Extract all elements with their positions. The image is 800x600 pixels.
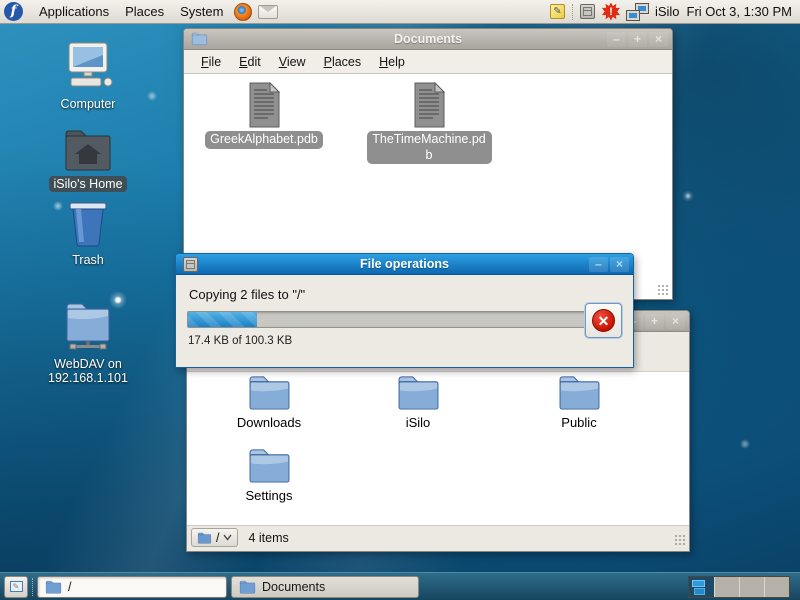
resize-grip[interactable]	[674, 534, 687, 547]
taskbar-button-label: Documents	[262, 580, 325, 594]
folder-icon	[197, 532, 212, 544]
close-button[interactable]: ×	[610, 257, 629, 272]
minimize-button[interactable]: –	[589, 257, 608, 272]
dialog-title: File operations	[176, 257, 633, 271]
maximize-button[interactable]: +	[645, 314, 664, 329]
menu-places[interactable]: Places	[315, 55, 371, 69]
document-icon	[189, 82, 339, 128]
menu-help[interactable]: Help	[370, 55, 414, 69]
folder-icon	[45, 580, 62, 594]
maximize-button[interactable]: +	[628, 32, 647, 47]
workspace-switcher[interactable]	[688, 576, 790, 598]
menu-file[interactable]: File	[192, 55, 230, 69]
location-label: /	[216, 531, 219, 545]
panel-separator	[32, 578, 33, 596]
desktop-icon-webdav[interactable]: WebDAV on 192.168.1.101	[33, 300, 143, 386]
window-title: Documents	[184, 32, 672, 46]
desktop-icon-label: iSilo's Home	[49, 176, 126, 192]
show-desktop-icon: ✎	[10, 581, 23, 592]
panel-separator	[572, 4, 573, 20]
top-panel: f Applications Places System ✎ ! iSilo F…	[0, 0, 800, 24]
email-launcher-icon[interactable]	[258, 5, 278, 19]
folder-icon	[191, 32, 208, 46]
workspace-2[interactable]	[714, 577, 739, 597]
desktop-icon-home[interactable]: iSilo's Home	[33, 128, 143, 192]
file-manager-tray-icon[interactable]	[580, 4, 595, 19]
dialog-titlebar[interactable]: File operations – ×	[176, 254, 633, 275]
menu-view[interactable]: View	[270, 55, 315, 69]
file-operations-dialog: File operations – × Copying 2 files to "…	[175, 253, 634, 368]
desktop-icon-label: WebDAV on 192.168.1.101	[34, 356, 142, 386]
file-operations-icon	[183, 257, 198, 272]
panel-clock[interactable]: Fri Oct 3, 1:30 PM	[687, 4, 792, 19]
progress-size-label: 17.4 KB of 100.3 KB	[188, 335, 292, 347]
home-folder-icon	[33, 128, 143, 174]
file-label: TheTimeMachine.pdb	[367, 131, 492, 164]
folder-public[interactable]: Public	[519, 374, 639, 430]
folder-icon	[358, 374, 478, 411]
items-count: 4 items	[248, 531, 288, 545]
folder-isilo[interactable]: iSilo	[358, 374, 478, 430]
trash-icon	[33, 200, 143, 250]
menu-applications[interactable]: Applications	[31, 0, 117, 24]
desktop-icon-label: Trash	[68, 252, 108, 268]
folder-settings[interactable]: Settings	[209, 447, 329, 503]
workspace-3[interactable]	[739, 577, 764, 597]
documents-menubar: File Edit View Places Help	[184, 50, 672, 74]
computer-icon	[33, 42, 143, 94]
notes-applet-icon[interactable]: ✎	[550, 4, 565, 19]
taskbar-button-root[interactable]: /	[37, 576, 227, 598]
menu-system[interactable]: System	[172, 0, 231, 24]
network-monitors-icon[interactable]	[627, 4, 648, 20]
bottom-panel: ✎ / Documents	[0, 572, 800, 600]
documents-titlebar[interactable]: Documents – + ×	[184, 29, 672, 50]
desktop-icon-trash[interactable]: Trash	[33, 200, 143, 268]
menu-places[interactable]: Places	[117, 0, 172, 24]
resize-grip[interactable]	[657, 284, 670, 297]
taskbar-button-label: /	[68, 580, 71, 594]
updates-alert-icon[interactable]: !	[602, 3, 620, 21]
progress-fill	[188, 312, 257, 327]
folder-icon	[209, 447, 329, 484]
firefox-launcher-icon[interactable]	[234, 3, 252, 21]
progress-bar	[187, 311, 587, 328]
desktop-icon-computer[interactable]: Computer	[33, 42, 143, 112]
copy-status-message: Copying 2 files to "/"	[189, 287, 305, 302]
cancel-icon: ✕	[592, 309, 615, 332]
location-button[interactable]: /	[191, 528, 238, 547]
folder-label: Downloads	[209, 415, 329, 430]
folder-icon	[239, 580, 256, 594]
file-greekalphabet[interactable]: GreekAlphabet.pdb	[189, 82, 339, 149]
folder-label: iSilo	[358, 415, 478, 430]
root-statusbar: / 4 items	[187, 525, 689, 549]
minimize-button[interactable]: –	[607, 32, 626, 47]
close-button[interactable]: ×	[666, 314, 685, 329]
workspace-1[interactable]	[689, 577, 714, 597]
close-button[interactable]: ×	[649, 32, 668, 47]
cancel-copy-button[interactable]: ✕	[585, 303, 622, 338]
file-thetimemachine[interactable]: TheTimeMachine.pdb	[354, 82, 504, 164]
show-desktop-button[interactable]: ✎	[4, 576, 28, 598]
workspace-4[interactable]	[764, 577, 789, 597]
folder-downloads[interactable]: Downloads	[209, 374, 329, 430]
menu-edit[interactable]: Edit	[230, 55, 270, 69]
folder-icon	[519, 374, 639, 411]
fedora-menu-logo-icon[interactable]: f	[4, 2, 23, 21]
folder-icon	[209, 374, 329, 411]
network-folder-icon	[33, 300, 143, 354]
chevron-down-icon	[223, 534, 232, 541]
folder-label: Public	[519, 415, 639, 430]
root-file-view[interactable]: Downloads iSilo Public	[187, 372, 689, 525]
folder-label: Settings	[209, 488, 329, 503]
taskbar-button-documents[interactable]: Documents	[231, 576, 419, 598]
user-switcher[interactable]: iSilo	[655, 4, 680, 19]
document-icon	[354, 82, 504, 128]
file-label: GreekAlphabet.pdb	[205, 131, 323, 149]
desktop-icon-label: Computer	[57, 96, 120, 112]
